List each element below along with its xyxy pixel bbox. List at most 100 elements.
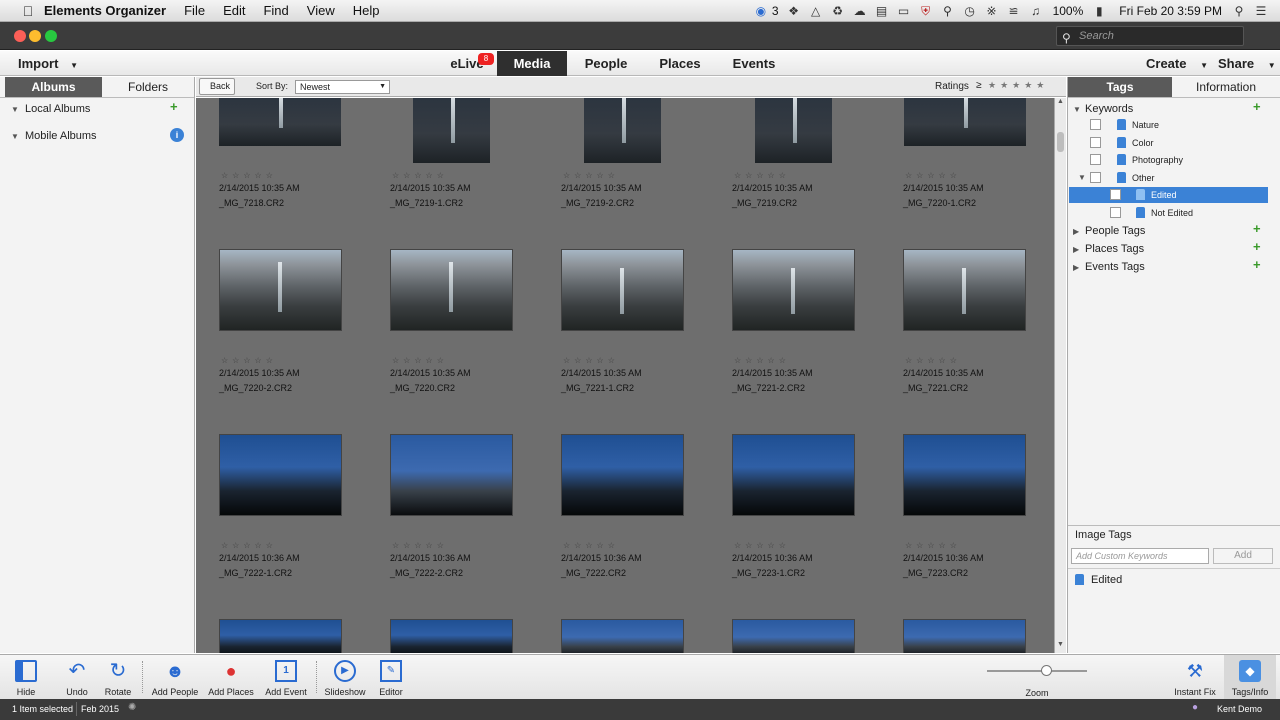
shield-icon[interactable]: ⛨ — [917, 4, 935, 18]
import-button[interactable]: Import ▼ — [18, 51, 78, 76]
rotate-button[interactable]: ↻ Rotate — [98, 655, 138, 700]
mobile-albums-label[interactable]: Mobile Albums — [25, 130, 97, 142]
menu-view[interactable]: View — [298, 3, 344, 18]
keyword-checkbox[interactable] — [1090, 172, 1101, 183]
media-thumbnail[interactable] — [584, 98, 661, 163]
tags-info-button[interactable]: ◆ Tags/Info — [1224, 655, 1276, 700]
rating-stars[interactable]: ☆☆☆☆☆ — [563, 356, 619, 365]
create-button[interactable]: Create ▼ — [1146, 51, 1208, 76]
expand-triangle-icon[interactable]: ▶ — [1073, 227, 1079, 236]
menu-find[interactable]: Find — [254, 3, 297, 18]
menu-edit[interactable]: Edit — [214, 3, 254, 18]
media-thumbnail[interactable] — [732, 434, 855, 516]
people-tags-label[interactable]: People Tags — [1085, 225, 1145, 237]
expand-triangle-icon[interactable]: ▼ — [11, 132, 19, 141]
close-window-button[interactable] — [14, 30, 26, 42]
tab-folders[interactable]: Folders — [102, 77, 194, 97]
rating-stars[interactable]: ☆☆☆☆☆ — [392, 356, 448, 365]
menu-file[interactable]: File — [175, 3, 214, 18]
media-thumbnail[interactable] — [732, 249, 855, 331]
back-button[interactable]: Back — [199, 78, 235, 95]
ratings-operator[interactable]: ≥ — [976, 80, 982, 91]
time-machine-icon[interactable]: ◷ — [961, 4, 979, 18]
media-thumbnail[interactable] — [390, 619, 513, 653]
zoom-window-button[interactable] — [45, 30, 57, 42]
scroll-thumb[interactable] — [1057, 132, 1064, 152]
rating-stars[interactable]: ☆☆☆☆☆ — [221, 541, 277, 550]
custom-keywords-input[interactable]: Add Custom Keywords — [1071, 548, 1209, 564]
keyword-checkbox[interactable] — [1090, 137, 1101, 148]
tab-places[interactable]: Places — [645, 51, 715, 76]
expand-triangle-icon[interactable]: ▶ — [1073, 245, 1079, 254]
media-thumbnail[interactable] — [219, 249, 342, 331]
add-place-tag-icon[interactable]: + — [1253, 239, 1261, 254]
media-scrollbar[interactable]: ▲ ▼ — [1054, 98, 1066, 653]
search-input[interactable]: ⚲ Search — [1056, 26, 1244, 46]
keyword-nature[interactable]: Nature — [1132, 120, 1159, 130]
places-tags-label[interactable]: Places Tags — [1085, 243, 1144, 255]
media-thumbnail[interactable] — [219, 98, 341, 146]
sync-icon[interactable]: ♻ — [829, 4, 847, 18]
applied-tag-edited[interactable]: Edited — [1091, 574, 1122, 586]
scroll-down-icon[interactable]: ▼ — [1057, 641, 1064, 648]
add-keyword-button[interactable]: Add — [1213, 548, 1273, 564]
rating-stars[interactable]: ☆☆☆☆☆ — [734, 541, 790, 550]
menu-help[interactable]: Help — [344, 3, 389, 18]
info-icon[interactable]: i — [170, 128, 184, 142]
rating-stars[interactable]: ☆☆☆☆☆ — [905, 171, 961, 180]
keyword-checkbox[interactable] — [1090, 154, 1101, 165]
zoom-slider-handle[interactable] — [1041, 665, 1052, 676]
media-thumbnail[interactable] — [219, 619, 342, 653]
share-button[interactable]: Share ▼ — [1218, 51, 1276, 76]
rating-stars[interactable]: ☆☆☆☆☆ — [563, 541, 619, 550]
user-name[interactable]: Kent Demo — [1217, 704, 1262, 714]
media-thumbnail[interactable] — [755, 98, 832, 163]
media-thumbnail[interactable] — [903, 619, 1026, 653]
rating-stars[interactable]: ☆☆☆☆☆ — [221, 356, 277, 365]
tab-tags[interactable]: Tags — [1068, 77, 1172, 97]
keyword-edited[interactable]: Edited — [1151, 190, 1177, 200]
hide-button[interactable]: Hide — [6, 655, 46, 700]
bluetooth-icon[interactable]: ※ — [983, 4, 1001, 18]
add-album-icon[interactable]: + — [170, 99, 178, 114]
media-thumbnail[interactable] — [732, 619, 855, 653]
add-keyword-icon[interactable]: + — [1253, 99, 1261, 114]
keywords-label[interactable]: Keywords — [1085, 103, 1133, 115]
undo-button[interactable]: ↶ Undo — [58, 655, 96, 700]
menu-app-name[interactable]: Elements Organizer — [44, 3, 175, 18]
keyword-photography[interactable]: Photography — [1132, 155, 1183, 165]
keyword-checkbox[interactable] — [1110, 189, 1121, 200]
media-thumbnail[interactable] — [903, 434, 1026, 516]
media-thumbnail[interactable] — [904, 98, 1026, 146]
tab-albums[interactable]: Albums — [5, 77, 102, 97]
rating-stars[interactable]: ☆☆☆☆☆ — [563, 171, 619, 180]
wifi-icon[interactable]: ≌ — [1005, 4, 1023, 18]
add-people-tag-icon[interactable]: + — [1253, 221, 1261, 236]
tab-information[interactable]: Information — [1172, 77, 1280, 97]
media-thumbnail[interactable] — [390, 249, 513, 331]
rating-stars[interactable]: ☆☆☆☆☆ — [905, 356, 961, 365]
media-thumbnail[interactable] — [413, 98, 490, 163]
rating-stars[interactable]: ☆☆☆☆☆ — [221, 171, 277, 180]
editor-button[interactable]: ✎ Editor — [370, 655, 412, 700]
minimize-window-button[interactable] — [29, 30, 41, 42]
rating-stars[interactable]: ☆☆☆☆☆ — [392, 171, 448, 180]
scroll-up-icon[interactable]: ▲ — [1057, 98, 1064, 105]
apple-icon[interactable]:  — [20, 3, 36, 19]
local-albums-label[interactable]: Local Albums — [25, 103, 90, 115]
spotlight-icon[interactable]: ⚲ — [1230, 4, 1248, 18]
expand-triangle-icon[interactable]: ▶ — [1073, 263, 1079, 272]
tab-people[interactable]: People — [571, 51, 641, 76]
pin-icon[interactable]: ⚲ — [939, 4, 957, 18]
add-places-button[interactable]: ● Add Places — [204, 655, 258, 700]
add-event-button[interactable]: 1 Add Event — [260, 655, 312, 700]
expand-triangle-icon[interactable]: ▼ — [11, 105, 19, 114]
rating-stars[interactable]: ☆☆☆☆☆ — [905, 541, 961, 550]
sort-select[interactable]: Newest ▼ — [295, 80, 390, 94]
keyword-other[interactable]: Other — [1132, 173, 1155, 183]
media-thumbnail[interactable] — [219, 434, 342, 516]
folder-icon[interactable]: ▤ — [873, 4, 891, 18]
media-thumbnail[interactable] — [561, 619, 684, 653]
volume-icon[interactable]: ♫ — [1027, 4, 1045, 18]
tab-events[interactable]: Events — [719, 51, 789, 76]
